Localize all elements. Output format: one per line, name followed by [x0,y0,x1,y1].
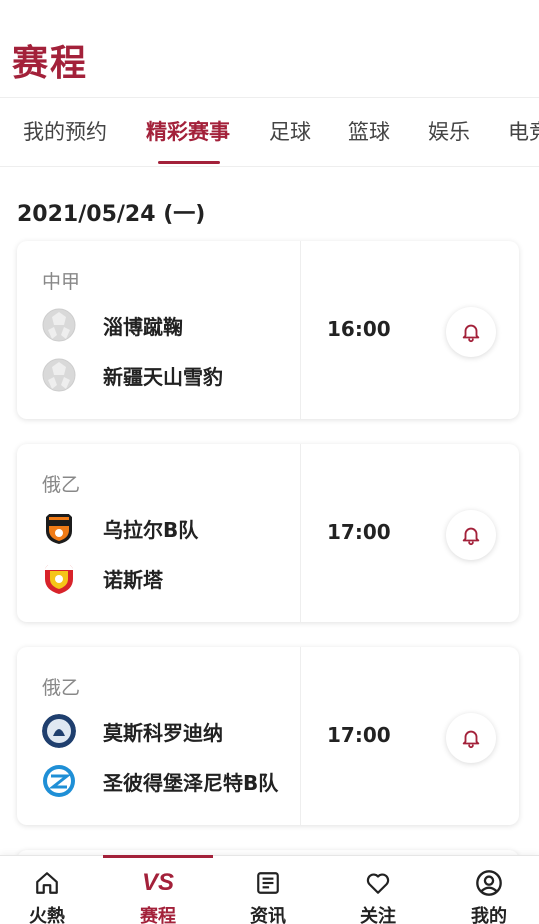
reminder-button[interactable] [446,307,496,357]
nav-label: 资讯 [250,906,286,924]
match-teams-panel: 俄乙 乌拉尔B队 诺斯塔 [17,444,301,622]
away-team-name: 新疆天山雪豹 [103,364,223,389]
nav-follow[interactable]: 关注 [324,856,432,924]
match-teams-panel: 俄乙 莫斯科罗迪纳 圣彼得堡泽尼特B队 [17,647,301,825]
nav-hot[interactable]: 火熱 [0,856,101,924]
home-team: 乌拉尔B队 [42,510,198,546]
match-card[interactable]: 中甲 淄博蹴鞠 新疆天山雪豹 16:00 [17,241,519,419]
rodina-crest-icon [42,714,76,748]
away-team: 新疆天山雪豹 [42,357,223,393]
nav-label: 火熱 [29,906,65,924]
match-time: 17:00 [327,520,391,544]
nav-schedule[interactable]: VS 赛程 [104,856,212,924]
away-team-name: 圣彼得堡泽尼特B队 [103,770,279,795]
match-time: 17:00 [327,723,391,747]
nav-me[interactable]: 我的 [435,856,539,924]
schedule-date: 2021/05/24 (一) [17,202,206,227]
league-name: 俄乙 [42,677,81,699]
home-icon [36,872,58,894]
nav-label: 赛程 [140,906,176,924]
home-team: 莫斯科罗迪纳 [42,713,223,749]
tab-entertainment[interactable]: 娱乐 [428,116,470,146]
ural-crest-icon [46,514,72,544]
tab-basketball[interactable]: 篮球 [348,116,390,146]
bell-icon [462,324,480,343]
reminder-button[interactable] [446,713,496,763]
soccer-ball-icon [42,308,76,342]
away-team: 诺斯塔 [42,560,163,596]
match-card[interactable]: 俄乙 乌拉尔B队 诺斯塔 17:00 [17,444,519,622]
home-team: 淄博蹴鞠 [42,307,183,343]
zenit-crest-icon [43,765,75,797]
match-teams-panel: 中甲 淄博蹴鞠 新疆天山雪豹 [17,241,301,419]
tab-highlights[interactable]: 精彩赛事 [146,116,230,146]
news-icon [257,872,279,894]
active-tab-indicator [158,161,220,164]
bottom-nav: 火熱 VS 赛程 资讯 关注 我的 [0,855,539,924]
category-tabs: 我的预约 精彩赛事 足球 篮球 娱乐 电竞 [0,97,539,167]
soccer-ball-icon [42,358,76,392]
away-team-name: 诺斯塔 [103,567,163,592]
league-name: 俄乙 [42,474,81,496]
nav-news[interactable]: 资讯 [214,856,322,924]
away-team: 圣彼得堡泽尼特B队 [42,763,278,799]
tab-football[interactable]: 足球 [269,116,311,146]
reminder-button[interactable] [446,510,496,560]
bell-icon [462,730,480,749]
nav-label: 我的 [471,906,507,924]
tab-my-reservations[interactable]: 我的预约 [23,116,107,146]
home-team-name: 莫斯科罗迪纳 [103,720,223,745]
nosta-crest-icon [45,565,73,594]
home-team-name: 淄博蹴鞠 [103,314,183,339]
nav-label: 关注 [360,906,396,924]
league-name: 中甲 [42,271,81,293]
page-title: 赛程 [12,43,89,84]
header: 赛程 [0,0,539,96]
home-team-name: 乌拉尔B队 [103,517,199,542]
bell-icon [462,527,480,546]
profile-icon [476,870,502,896]
match-time: 16:00 [327,317,391,341]
match-card[interactable]: 俄乙 莫斯科罗迪纳 圣彼得堡泽尼特B队 17:00 [17,647,519,825]
tab-esports[interactable]: 电竞 [508,116,539,146]
vs-icon: VS [141,869,174,896]
heart-icon [366,873,390,894]
